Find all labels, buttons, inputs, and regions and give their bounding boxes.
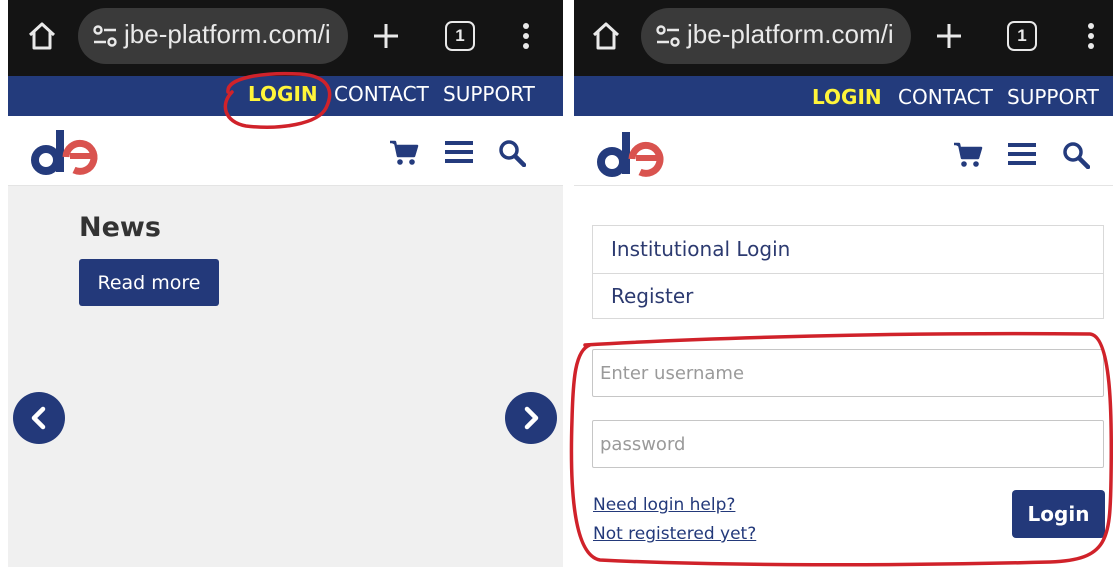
nav-contact-link[interactable]: CONTACT (898, 85, 993, 109)
address-bar[interactable]: jbe-platform.com/i (641, 8, 911, 64)
top-nav: LOGIN CONTACT SUPPORT (8, 76, 563, 116)
institutional-login-link[interactable]: Institutional Login (593, 226, 1103, 273)
home-icon[interactable] (590, 20, 622, 52)
password-input[interactable] (592, 420, 1104, 468)
menu-icon[interactable] (445, 140, 473, 164)
news-carousel: News Read more (8, 186, 563, 567)
search-icon[interactable] (498, 139, 526, 167)
nav-support-link[interactable]: SUPPORT (443, 82, 535, 106)
site-header (8, 116, 563, 186)
site-header (574, 116, 1113, 186)
nav-contact-link[interactable]: CONTACT (334, 82, 429, 106)
new-tab-icon[interactable] (935, 22, 963, 50)
url-text: jbe-platform.com/i (687, 19, 894, 49)
more-options-icon[interactable] (521, 22, 531, 50)
cart-icon[interactable] (953, 142, 983, 168)
chevron-right-icon (524, 406, 539, 430)
browser-toolbar: jbe-platform.com/i 1 (8, 0, 563, 76)
browser-toolbar: jbe-platform.com/i 1 (574, 0, 1113, 76)
nav-support-link[interactable]: SUPPORT (1007, 85, 1099, 109)
menu-icon[interactable] (1008, 142, 1036, 166)
search-icon[interactable] (1062, 141, 1090, 169)
cart-icon[interactable] (389, 140, 419, 166)
screenshot-after: jbe-platform.com/i 1 LOGIN CONTACT SUPPO… (574, 0, 1113, 567)
site-settings-icon[interactable] (655, 24, 681, 48)
login-options-list: Institutional Login Register (592, 225, 1104, 319)
login-help-link[interactable]: Need login help? (593, 495, 735, 515)
login-dropdown: Institutional Login Register Need login … (574, 187, 1113, 567)
nav-login-link[interactable]: LOGIN (248, 82, 318, 106)
not-registered-link[interactable]: Not registered yet? (593, 524, 756, 544)
carousel-next-button[interactable] (505, 392, 557, 444)
read-more-button[interactable]: Read more (79, 259, 219, 306)
news-title: News (79, 212, 161, 243)
tab-switcher-icon[interactable]: 1 (1007, 21, 1037, 51)
site-settings-icon[interactable] (92, 24, 118, 48)
username-input[interactable] (592, 349, 1104, 397)
login-submit-button[interactable]: Login (1012, 490, 1105, 538)
register-link[interactable]: Register (593, 273, 1103, 320)
home-icon[interactable] (26, 20, 58, 52)
jbe-logo[interactable] (30, 126, 112, 178)
nav-login-link[interactable]: LOGIN (812, 85, 882, 109)
top-nav: LOGIN CONTACT SUPPORT (574, 76, 1113, 116)
carousel-prev-button[interactable] (13, 392, 65, 444)
tab-switcher-icon[interactable]: 1 (445, 21, 475, 51)
more-options-icon[interactable] (1086, 22, 1096, 50)
url-text: jbe-platform.com/i (124, 19, 331, 49)
screenshot-before: jbe-platform.com/i 1 LOGIN CONTACT SUPPO… (8, 0, 563, 567)
address-bar[interactable]: jbe-platform.com/i (78, 8, 348, 64)
jbe-logo[interactable] (596, 128, 678, 180)
new-tab-icon[interactable] (372, 22, 400, 50)
chevron-left-icon (31, 406, 46, 430)
